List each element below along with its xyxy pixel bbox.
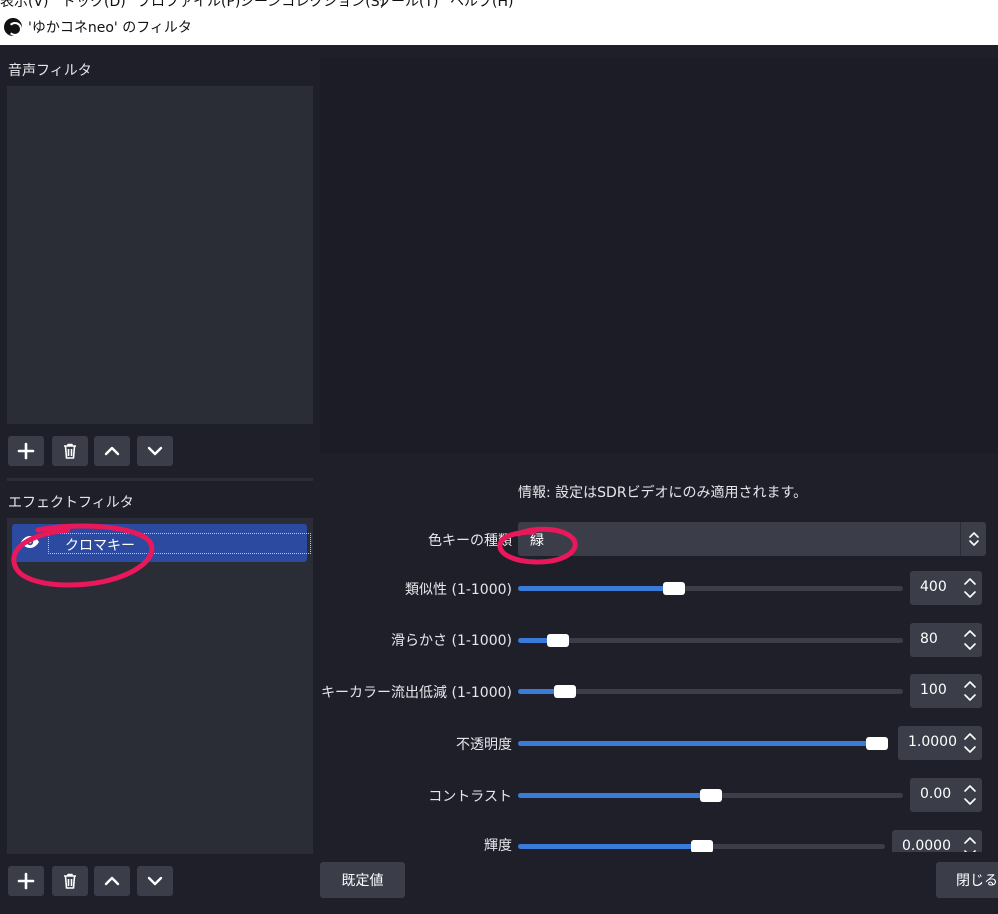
audio-move-down-button[interactable] [137, 436, 173, 466]
trash-icon [64, 443, 76, 459]
spin-arrows-icon[interactable] [962, 677, 978, 705]
slider-fill [518, 741, 877, 746]
menu-profile[interactable]: プロファイル(P) [137, 0, 240, 9]
contrast-label: コントラスト [428, 789, 512, 805]
spin-arrows-icon[interactable] [962, 626, 978, 654]
slider-thumb[interactable] [690, 840, 713, 852]
smoothness-label: 滑らかさ (1-1000) [391, 633, 512, 649]
audio-add-button[interactable] [8, 436, 44, 466]
similarity-label: 類似性 (1-1000) [405, 582, 512, 598]
key-color-type-select[interactable]: 緑 [518, 522, 986, 556]
properties-scroll-clip: 輝度 0.0000 [320, 820, 998, 852]
brightness-value: 0.0000 [902, 838, 951, 852]
slider-thumb[interactable] [554, 685, 577, 698]
obs-logo-icon [4, 18, 22, 36]
info-text: 情報: 設定はSDRビデオにのみ適用されます。 [518, 485, 808, 501]
audio-filters-list[interactable] [7, 86, 313, 424]
eye-icon[interactable] [20, 535, 40, 549]
spill-reduction-spinbox[interactable]: 100 [910, 674, 982, 708]
select-arrows-icon [960, 522, 986, 556]
key-color-type-value: 緑 [530, 533, 544, 549]
slider-thumb[interactable] [699, 789, 722, 802]
effect-filters-list[interactable] [7, 518, 313, 854]
filter-name-box: クロマキー [48, 533, 311, 554]
section-divider [7, 478, 313, 481]
slider-fill [518, 586, 675, 591]
spin-arrows-icon[interactable] [962, 833, 978, 852]
audio-remove-button[interactable] [52, 436, 88, 466]
chevron-up-icon [104, 876, 120, 886]
contrast-spinbox[interactable]: 0.00 [910, 778, 982, 812]
filter-preview [320, 58, 998, 453]
opacity-slider[interactable] [518, 733, 888, 753]
menu-docks[interactable]: ドック(D) [62, 0, 126, 9]
audio-filters-label: 音声フィルタ [8, 63, 92, 79]
contrast-value: 0.00 [920, 786, 952, 802]
effect-remove-button[interactable] [52, 866, 88, 896]
window-title-bar: 'ゆかコネneo' のフィルタ [0, 9, 998, 45]
close-button[interactable]: 閉じる [936, 862, 998, 898]
menu-tools[interactable]: ツール(T) [377, 0, 438, 9]
slider-fill [518, 844, 702, 849]
slider-thumb[interactable] [663, 582, 686, 595]
spin-arrows-icon[interactable] [962, 574, 978, 602]
filter-name: クロマキー [65, 538, 135, 554]
smoothness-slider[interactable] [518, 630, 903, 650]
chevron-down-icon [147, 876, 163, 886]
spill-reduction-label: キーカラー流出低減 (1-1000) [321, 685, 512, 701]
slider-track [518, 638, 903, 643]
opacity-label: 不透明度 [456, 737, 512, 753]
effect-move-down-button[interactable] [137, 866, 173, 896]
audio-move-up-button[interactable] [94, 436, 130, 466]
window-title: 'ゆかコネneo' のフィルタ [28, 20, 192, 36]
spin-arrows-icon[interactable] [962, 729, 978, 757]
brightness-spinbox[interactable]: 0.0000 [892, 830, 982, 852]
key-color-type-label: 色キーの種類 [428, 533, 512, 549]
menu-view[interactable]: 表示(V) [0, 0, 49, 9]
brightness-slider[interactable] [518, 836, 885, 852]
menu-scene-collection[interactable]: シーンコレクション(S) [240, 0, 385, 9]
opacity-value: 1.0000 [908, 734, 957, 750]
plus-icon [17, 442, 35, 460]
effect-filters-label: エフェクトフィルタ [8, 495, 134, 511]
menu-help[interactable]: ヘルプ(H) [450, 0, 513, 9]
trash-icon [64, 873, 76, 889]
defaults-button[interactable]: 既定値 [320, 862, 405, 898]
spill-reduction-slider[interactable] [518, 681, 903, 701]
contrast-slider[interactable] [518, 785, 903, 805]
spin-arrows-icon[interactable] [962, 781, 978, 809]
plus-icon [17, 872, 35, 890]
slider-thumb[interactable] [866, 737, 888, 750]
menu-bar: 表示(V) ドック(D) プロファイル(P) シーンコレクション(S) ツール(… [0, 0, 998, 9]
slider-thumb[interactable] [547, 634, 570, 647]
smoothness-spinbox[interactable]: 80 [910, 623, 982, 657]
chevron-down-icon [147, 446, 163, 456]
opacity-spinbox[interactable]: 1.0000 [898, 726, 982, 760]
slider-fill [518, 793, 711, 798]
spill-reduction-value: 100 [920, 682, 947, 698]
similarity-value: 400 [920, 579, 947, 595]
chevron-up-icon [104, 446, 120, 456]
effect-move-up-button[interactable] [94, 866, 130, 896]
similarity-slider[interactable] [518, 578, 903, 598]
brightness-label: 輝度 [484, 838, 512, 852]
filter-item-chroma-key[interactable]: クロマキー [12, 524, 311, 562]
smoothness-value: 80 [920, 631, 938, 647]
similarity-spinbox[interactable]: 400 [910, 571, 982, 605]
effect-add-button[interactable] [8, 866, 44, 896]
